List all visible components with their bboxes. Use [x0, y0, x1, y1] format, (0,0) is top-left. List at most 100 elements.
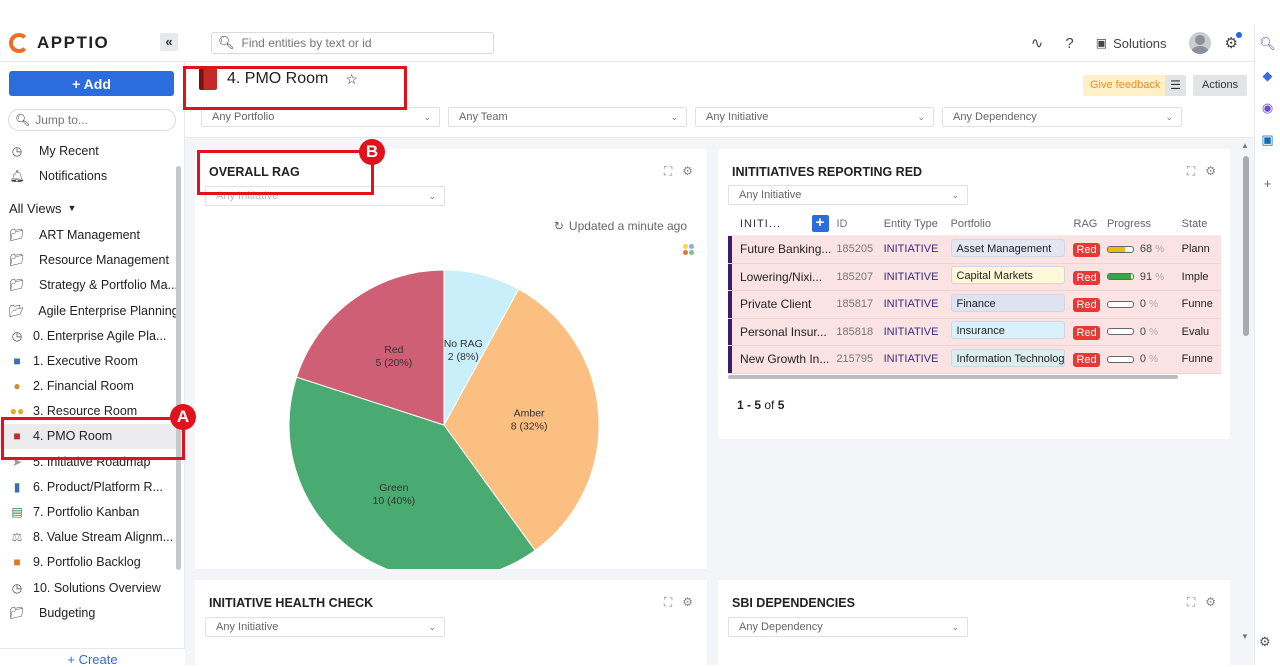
- sidebar-item-notifications[interactable]: 🔔︎ Notifications: [0, 163, 178, 188]
- sidebar-item-portfolio-kanban[interactable]: ▤ 7. Portfolio Kanban: [0, 499, 178, 524]
- sidebar-item-product-platform[interactable]: ▮ 6. Product/Platform R...: [0, 474, 178, 499]
- portfolio-tag: Insurance: [950, 321, 1065, 340]
- column-header-initiative[interactable]: INITI... +: [728, 215, 837, 232]
- app-window: APPTIO « 🔍︎ ∿ ? ▣ Solutions ⚙︎ + Add 🔍︎ …: [0, 24, 1254, 667]
- sidebar-item-art-management[interactable]: 📁︎ ART Management: [0, 222, 178, 247]
- column-header-rag[interactable]: RAG: [1074, 218, 1107, 230]
- expand-icon[interactable]: ⛶: [1187, 164, 1195, 179]
- filter-icon[interactable]: ☰: [1165, 75, 1186, 96]
- add-icon[interactable]: +: [1255, 176, 1280, 196]
- all-views-section[interactable]: All Views ▼: [0, 188, 178, 222]
- copilot-icon[interactable]: ◉: [1255, 100, 1280, 120]
- team-filter[interactable]: Any Team ⌄: [448, 107, 687, 127]
- dependency-filter[interactable]: Any Dependency ⌄: [942, 107, 1182, 127]
- column-header-state[interactable]: State: [1182, 218, 1221, 230]
- widget-initiative-filter[interactable]: Any Initiative ⌄: [728, 185, 968, 205]
- filter-value: Any Team: [459, 111, 508, 123]
- pager-total: 5: [777, 398, 785, 412]
- collapse-sidebar-button[interactable]: «: [160, 33, 178, 51]
- overall-rag-widget: OVERALL RAG ⛶ ⚙ Any Initiative ⌄ ↻ Updated…: [195, 149, 707, 569]
- add-button[interactable]: + Add: [9, 71, 174, 96]
- column-header-entity-type[interactable]: Entity Type: [884, 218, 951, 230]
- scroll-up-arrow[interactable]: ▲: [1241, 141, 1249, 150]
- rag-pie-chart: No RAG2 (8%) Amber8 (32%) Green10 (40%) Red…: [288, 269, 600, 569]
- sidebar-item-my-recent[interactable]: ◷ My Recent: [0, 138, 178, 163]
- rag-badge: Red: [1073, 325, 1100, 340]
- state-cell: Funne: [1181, 353, 1213, 366]
- progress-percent: 91 %: [1139, 270, 1165, 283]
- initiative-name-link[interactable]: Lowering/Nixi...: [728, 270, 836, 284]
- sidebar-item-financial-room[interactable]: ● 2. Financial Room: [0, 374, 178, 399]
- sidebar-item-label: 0. Enterprise Agile Pla...: [33, 328, 167, 343]
- give-feedback-button[interactable]: Give feedback: [1083, 75, 1168, 96]
- sidebar-nav: ◷ My Recent 🔔︎ Notifications All Views ▼ 📁︎…: [0, 138, 178, 625]
- create-link[interactable]: + Create: [0, 648, 185, 667]
- initiative-name-link[interactable]: Personal Insur...: [728, 325, 836, 339]
- column-header-portfolio[interactable]: Portfolio: [951, 218, 1074, 230]
- rag-cell: Red: [1073, 270, 1106, 285]
- outlook-icon[interactable]: ▣: [1255, 132, 1280, 152]
- expand-icon[interactable]: ⛶: [664, 595, 672, 610]
- health-check-widget: INITIATIVE HEALTH CHECK ⛶ ⚙ Any Initiati…: [195, 580, 707, 665]
- rag-cell: Red: [1073, 297, 1106, 313]
- chevron-down-icon: ⌄: [423, 111, 431, 122]
- apptio-logo[interactable]: APPTIO: [9, 33, 109, 53]
- gear-icon[interactable]: ⚙: [682, 595, 693, 610]
- progress-cell: 0 %: [1106, 298, 1182, 310]
- search-icon[interactable]: 🔍︎: [1255, 36, 1280, 56]
- sidebar-item-agile-enterprise-planning[interactable]: 📂︎ Agile Enterprise Planning: [0, 298, 178, 323]
- help-icon[interactable]: ?: [1065, 35, 1073, 52]
- jump-to-input[interactable]: [35, 113, 166, 127]
- sidebar-item-strategy-portfolio[interactable]: 📁︎ Strategy & Portfolio Ma...: [0, 273, 178, 298]
- initiative-name-link[interactable]: New Growth In...: [728, 352, 836, 366]
- trend-icon[interactable]: ∿: [1031, 34, 1044, 52]
- expand-icon[interactable]: ⛶: [1187, 595, 1195, 610]
- tag-icon[interactable]: ◆: [1255, 68, 1280, 88]
- sidebar-item-budgeting[interactable]: 📁︎ Budgeting: [0, 600, 178, 625]
- table-row[interactable]: New Growth In... 215795 INITIATIVE Informat…: [728, 346, 1221, 374]
- sidebar-item-value-stream[interactable]: ⚖ 8. Value Stream Alignm...: [0, 525, 178, 550]
- table-row[interactable]: Future Banking... 185205 INITIATIVE Asset M…: [728, 236, 1221, 264]
- gear-icon[interactable]: ⚙: [1205, 164, 1216, 179]
- sidebar-item-enterprise-agile[interactable]: ◷ 0. Enterprise Agile Pla...: [0, 323, 178, 348]
- settings-icon[interactable]: ⚙: [1259, 634, 1271, 654]
- actions-button[interactable]: Actions: [1193, 75, 1248, 96]
- table-row[interactable]: Lowering/Nixi... 185207 INITIATIVE Capital …: [728, 263, 1221, 291]
- browser-side-rail: 🔍︎ ◆ ◉ ▣ + ⚙: [1254, 24, 1280, 665]
- sidebar-item-portfolio-backlog[interactable]: ■ 9. Portfolio Backlog: [0, 550, 178, 575]
- jump-to-field[interactable]: 🔍︎: [8, 109, 176, 131]
- money-bag-icon: ●: [13, 379, 21, 394]
- table-row[interactable]: Personal Insur... 185818 INITIATIVE Insuran…: [728, 318, 1221, 346]
- gear-icon[interactable]: ⚙: [1205, 595, 1216, 610]
- widget-tools: ⛶ ⚙: [654, 595, 693, 610]
- entity-type: INITIATIVE: [883, 270, 939, 283]
- sidebar-item-executive-room[interactable]: ■ 1. Executive Room: [0, 348, 178, 373]
- initiative-name-link[interactable]: Private Client: [728, 297, 836, 311]
- table-horizontal-scrollbar[interactable]: [728, 375, 1178, 379]
- widget-dependency-filter[interactable]: Any Dependency ⌄: [728, 617, 968, 637]
- initiative-filter[interactable]: Any Initiative ⌄: [695, 107, 934, 127]
- sidebar-item-label: Strategy & Portfolio Ma...: [39, 278, 178, 293]
- column-header-id[interactable]: ID: [837, 218, 884, 230]
- scroll-down-arrow[interactable]: ▼: [1241, 632, 1249, 641]
- add-column-button[interactable]: +: [811, 215, 829, 232]
- widget-initiative-filter[interactable]: Any Initiative ⌄: [205, 617, 445, 637]
- search-icon: 🔍︎: [15, 113, 31, 127]
- main-scrollbar[interactable]: [1243, 156, 1249, 336]
- table-row[interactable]: Private Client 185817 INITIATIVE Finance Red…: [728, 291, 1221, 319]
- sidebar-item-solutions-overview[interactable]: ◷ 10. Solutions Overview: [0, 575, 178, 600]
- column-header-progress[interactable]: Progress: [1107, 218, 1182, 230]
- top-header: APPTIO « 🔍︎ ∿ ? ▣ Solutions ⚙︎: [0, 24, 1254, 62]
- callout-box-a: [1, 417, 185, 460]
- portfolio-filter[interactable]: Any Portfolio ⌄: [201, 107, 440, 127]
- sliders-icon[interactable]: ⚙︎: [1225, 32, 1242, 52]
- sidebar-scrollbar[interactable]: [176, 166, 181, 570]
- portfolio-tag: Asset Management: [950, 238, 1065, 257]
- solutions-button[interactable]: ▣ Solutions: [1096, 36, 1167, 51]
- initiative-name-link[interactable]: Future Banking...: [728, 242, 836, 256]
- column-label: INITI...: [740, 217, 781, 230]
- user-avatar[interactable]: [1188, 32, 1211, 54]
- global-search[interactable]: 🔍︎: [211, 32, 494, 54]
- global-search-input[interactable]: [241, 36, 482, 50]
- sidebar-item-resource-management[interactable]: 📁︎ Resource Management: [0, 248, 178, 273]
